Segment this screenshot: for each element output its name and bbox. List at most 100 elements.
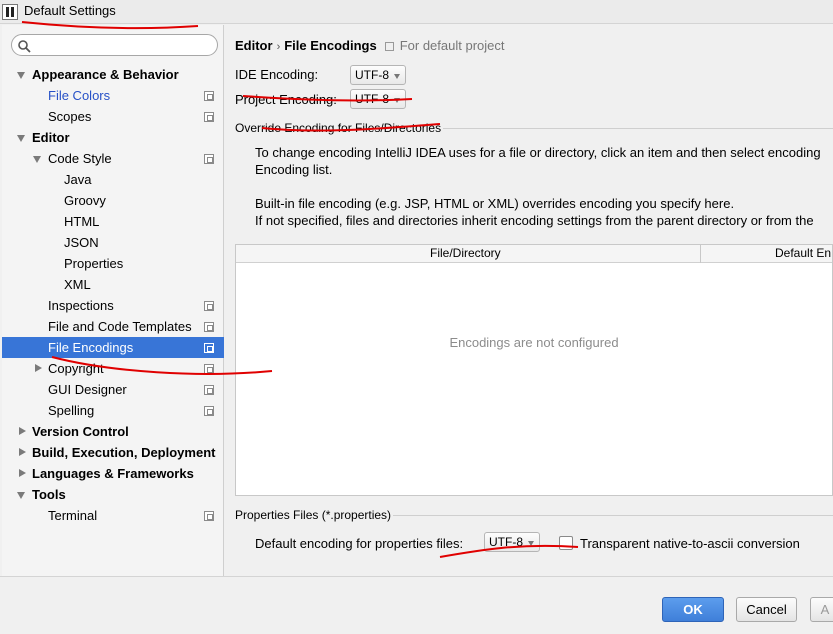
sidebar-item-label: Version Control [32, 424, 129, 439]
sidebar-item-label: Editor [32, 130, 70, 145]
help-text: Encoding list. [255, 162, 333, 177]
properties-encoding-value: UTF-8 [489, 535, 523, 549]
sidebar-item-label: Tools [32, 487, 66, 502]
sidebar-item-terminal[interactable]: Terminal [2, 505, 224, 526]
project-settings-icon [204, 112, 214, 122]
project-encoding-select[interactable]: UTF-8 [350, 89, 406, 109]
chevron-down-icon[interactable] [33, 156, 41, 163]
sidebar-item-label: Build, Execution, Deployment [32, 445, 216, 460]
project-encoding-value: UTF-8 [355, 92, 389, 106]
sidebar-item-version-control[interactable]: Version Control [2, 421, 224, 442]
chevron-right-icon[interactable] [19, 448, 26, 456]
help-text: Built-in file encoding (e.g. JSP, HTML o… [255, 196, 735, 211]
sidebar-item-label: JSON [64, 235, 99, 250]
sidebar-item-html[interactable]: HTML [2, 211, 224, 232]
sidebar-item-label: XML [64, 277, 91, 292]
ide-encoding-select[interactable]: UTF-8 [350, 65, 406, 85]
sidebar-item-appearance-behavior[interactable]: Appearance & Behavior [2, 64, 224, 85]
settings-content: Editor › File Encodings For default project… [225, 25, 833, 576]
column-separator [700, 245, 701, 263]
dropdown-arrow-icon [528, 541, 534, 546]
sidebar-item-label: File Colors [48, 88, 111, 103]
sidebar-item-editor[interactable]: Editor [2, 127, 224, 148]
sidebar-item-label: Languages & Frameworks [32, 466, 194, 481]
sidebar-item-languages-frameworks[interactable]: Languages & Frameworks [2, 463, 224, 484]
project-settings-icon [204, 322, 214, 332]
ide-encoding-label: IDE Encoding: [235, 67, 319, 82]
intellij-app-icon [2, 4, 18, 20]
column-header-default-encoding[interactable]: Default En [775, 246, 831, 260]
sidebar-item-label: Scopes [48, 109, 92, 124]
override-section-title: Override Encoding for Files/Directories [235, 121, 442, 135]
scope-note: For default project [399, 38, 505, 53]
project-settings-icon [384, 42, 394, 51]
sidebar-item-scopes[interactable]: Scopes [2, 106, 224, 127]
sidebar-item-json[interactable]: JSON [2, 232, 224, 253]
sidebar-item-label: Copyright [48, 361, 104, 376]
table-header: File/Directory Default En [236, 245, 832, 263]
sidebar-item-label: Appearance & Behavior [32, 67, 179, 82]
empty-table-message: Encodings are not configured [449, 335, 619, 350]
chevron-down-icon[interactable] [17, 492, 25, 499]
sidebar-item-label: Groovy [64, 193, 106, 208]
sidebar-item-properties[interactable]: Properties [2, 253, 224, 274]
help-text: If not specified, files and directories … [255, 213, 814, 228]
chevron-right-icon[interactable] [19, 427, 26, 435]
sidebar-item-label: Spelling [48, 403, 95, 418]
encodings-table[interactable]: File/Directory Default En Encodings are … [235, 244, 833, 496]
transparent-ascii-checkbox[interactable] [559, 536, 573, 550]
chevron-down-icon[interactable] [17, 135, 25, 142]
dialog-footer: OK Cancel A [0, 576, 833, 634]
sidebar-item-file-encodings[interactable]: File Encodings [2, 337, 224, 358]
project-settings-icon [204, 406, 214, 416]
sidebar-item-label: HTML [64, 214, 100, 229]
properties-encoding-select[interactable]: UTF-8 [484, 532, 540, 552]
project-encoding-label: Project Encoding: [235, 92, 337, 107]
breadcrumb: Editor › File Encodings For default project [235, 38, 504, 53]
chevron-right-icon[interactable] [35, 364, 42, 372]
search-input[interactable] [34, 37, 212, 53]
search-box[interactable] [11, 34, 218, 56]
project-settings-icon [204, 91, 214, 101]
dropdown-arrow-icon [394, 98, 400, 103]
sidebar-item-code-style[interactable]: Code Style [2, 148, 224, 169]
sidebar-item-label: Terminal [48, 508, 98, 523]
chevron-right-icon[interactable] [19, 469, 26, 477]
sidebar-item-label: File Encodings [48, 340, 134, 355]
title-bar: Default Settings [0, 0, 833, 24]
sidebar-item-gui-designer[interactable]: GUI Designer [2, 379, 224, 400]
sidebar-item-label: Code Style [48, 151, 112, 166]
column-header-file-directory[interactable]: File/Directory [430, 246, 501, 260]
project-settings-icon [204, 301, 214, 311]
project-settings-icon [204, 364, 214, 374]
sidebar-item-copyright[interactable]: Copyright [2, 358, 224, 379]
sidebar-item-groovy[interactable]: Groovy [2, 190, 224, 211]
section-divider [393, 515, 833, 516]
sidebar-item-label: Properties [64, 256, 124, 271]
section-divider [443, 128, 833, 129]
sidebar-item-spelling[interactable]: Spelling [2, 400, 224, 421]
sidebar-item-xml[interactable]: XML [2, 274, 224, 295]
sidebar-item-label: File and Code Templates [48, 319, 192, 334]
chevron-down-icon[interactable] [17, 72, 25, 79]
sidebar-item-file-code-templates[interactable]: File and Code Templates [2, 316, 224, 337]
project-settings-icon [204, 385, 214, 395]
cancel-button[interactable]: Cancel [736, 597, 797, 622]
sidebar-item-build-execution-deployment[interactable]: Build, Execution, Deployment [2, 442, 224, 463]
help-text: To change encoding IntelliJ IDEA uses fo… [255, 145, 821, 160]
transparent-ascii-label[interactable]: Transparent native-to-ascii conversion [580, 536, 800, 551]
sidebar-item-tools[interactable]: Tools [2, 484, 224, 505]
properties-encoding-label: Default encoding for properties files: [255, 536, 464, 551]
settings-sidebar: Appearance & Behavior File Colors Scopes… [2, 25, 224, 576]
ok-button[interactable]: OK [662, 597, 724, 622]
window-title: Default Settings [24, 3, 116, 18]
apply-button[interactable]: A [810, 597, 833, 622]
sidebar-item-java[interactable]: Java [2, 169, 224, 190]
sidebar-item-inspections[interactable]: Inspections [2, 295, 224, 316]
breadcrumb-parent: Editor [235, 38, 273, 53]
breadcrumb-current: File Encodings [284, 38, 377, 53]
sidebar-item-label: Java [64, 172, 92, 187]
sidebar-item-file-colors[interactable]: File Colors [2, 85, 224, 106]
dropdown-arrow-icon [394, 74, 400, 79]
ide-encoding-value: UTF-8 [355, 68, 389, 82]
